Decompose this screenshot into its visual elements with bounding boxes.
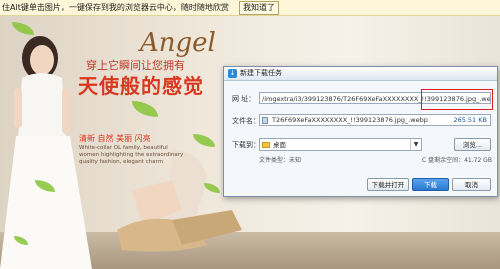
feature-tags: 清新 自然 美丽 闪亮 xyxy=(79,134,151,143)
filename-label: 文件名： xyxy=(232,117,260,125)
leaf-decoration xyxy=(132,101,158,117)
file-type-text: 文件类型：未知 xyxy=(259,157,302,164)
file-size: 265.51 KB xyxy=(453,116,487,124)
filename-value: T26F69XeFaXXXXXXXX_!!399123876.jpg_.webp xyxy=(272,116,428,124)
filename-input[interactable]: T26F69XeFaXXXXXXXX_!!399123876.jpg_.webp… xyxy=(259,114,491,126)
got-it-button[interactable]: 我知道了 xyxy=(239,1,279,15)
brand-logo: Angel xyxy=(140,28,216,58)
dialog-titlebar[interactable]: ↓ 新建下载任务 xyxy=(224,67,497,81)
headline: 天使般的感觉 xyxy=(78,74,204,98)
cancel-button[interactable]: 取消 xyxy=(452,178,491,191)
saveto-label: 下载到： xyxy=(232,141,260,149)
saveto-value: 桌面 xyxy=(273,141,286,149)
disk-space-text: C 盘剩余空间：41.72 GB xyxy=(422,157,492,164)
extension-highlight-box xyxy=(421,89,493,110)
desktop-folder-icon xyxy=(262,142,270,148)
download-app-icon: ↓ xyxy=(228,69,237,78)
download-and-open-button[interactable]: 下载并打开 xyxy=(367,178,409,191)
chevron-down-icon[interactable]: ▼ xyxy=(410,139,421,150)
leaf-decoration xyxy=(193,134,215,147)
english-description: White-collar OL family, beautiful women … xyxy=(79,145,184,165)
url-label: 网 址： xyxy=(232,95,256,103)
saveto-select[interactable]: 桌面 ▼ xyxy=(259,138,422,151)
file-icon xyxy=(262,117,268,124)
browse-button[interactable]: 浏览... xyxy=(454,138,491,151)
new-download-dialog: ↓ 新建下载任务 网 址： /imgextra/i3/399123876/T26… xyxy=(223,66,498,197)
dialog-title: 新建下载任务 xyxy=(240,69,282,77)
save-image-notice-bar: 住Alt键单击图片，一键保存到我的浏览器云中心，随时随地欣赏 我知道了 xyxy=(0,0,500,16)
notice-text: 住Alt键单击图片，一键保存到我的浏览器云中心，随时随地欣赏 xyxy=(2,3,229,12)
download-button[interactable]: 下载 xyxy=(412,178,449,191)
